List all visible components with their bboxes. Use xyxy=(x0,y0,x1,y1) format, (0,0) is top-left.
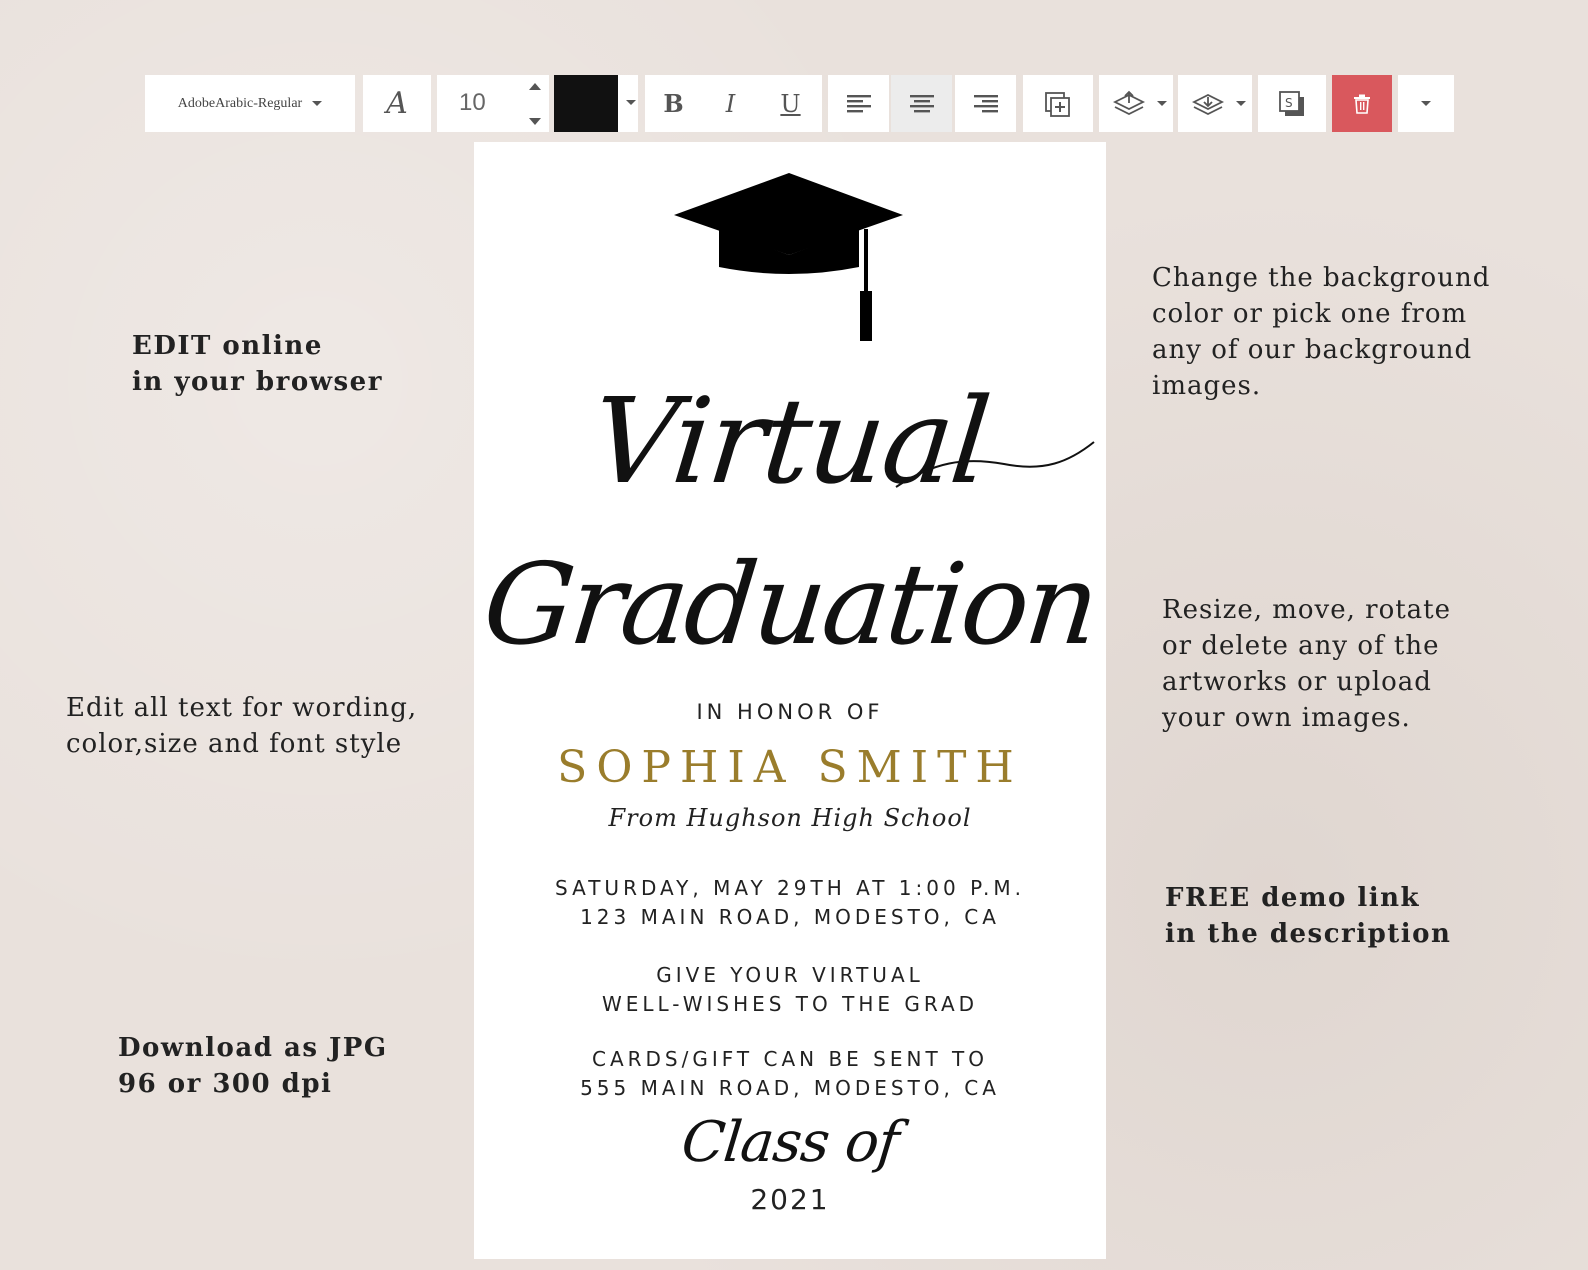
underline-button[interactable]: U xyxy=(759,75,822,132)
graduate-name[interactable]: SOPHIA SMITH xyxy=(474,742,1106,793)
note-demo-link: FREE demo link in the description xyxy=(1165,880,1451,952)
duplicate-icon: S xyxy=(1279,90,1304,116)
title-graduation[interactable]: Graduation xyxy=(467,540,1113,670)
note-line: Change the background xyxy=(1152,263,1491,293)
note-line: color or pick one from xyxy=(1152,299,1468,329)
wishes-line: GIVE YOUR VIRTUAL xyxy=(656,963,924,987)
send-backward-button[interactable] xyxy=(1178,75,1252,132)
font-style-icon: A xyxy=(386,86,408,121)
chevron-down-icon[interactable] xyxy=(1236,101,1246,106)
bring-forward-icon xyxy=(1112,90,1146,115)
more-options-icon xyxy=(1421,101,1431,106)
add-element-icon xyxy=(1045,91,1070,117)
note-edit-online: EDIT online in your browser xyxy=(132,328,383,400)
class-of-label[interactable]: Class of xyxy=(471,1110,1110,1175)
address-line: 123 MAIN ROAD, MODESTO, CA xyxy=(580,905,1000,929)
note-line: EDIT online xyxy=(132,331,323,361)
note-line: your own images. xyxy=(1162,703,1411,733)
font-family-dropdown[interactable]: AdobeArabic-Regular xyxy=(145,75,355,132)
more-options-button[interactable] xyxy=(1398,75,1454,132)
note-line: images. xyxy=(1152,371,1262,401)
font-family-value: AdobeArabic-Regular xyxy=(177,95,303,111)
align-right-icon xyxy=(973,94,998,112)
italic-icon: I xyxy=(725,89,736,118)
align-right-button[interactable] xyxy=(955,75,1016,132)
font-size-value: 10 xyxy=(459,89,486,116)
note-line: FREE demo link xyxy=(1165,883,1421,913)
increase-size-icon[interactable] xyxy=(529,83,541,90)
note-download: Download as JPG 96 or 300 dpi xyxy=(118,1030,388,1102)
underline-icon: U xyxy=(780,89,801,118)
chevron-down-icon[interactable] xyxy=(1157,101,1167,106)
text-color-picker[interactable] xyxy=(554,75,638,132)
bring-forward-button[interactable] xyxy=(1099,75,1173,132)
trash-icon xyxy=(1354,94,1370,114)
event-details[interactable]: SATURDAY, MAY 29TH AT 1:00 P.M. 123 MAIN… xyxy=(474,874,1106,932)
note-background: Change the background color or pick one … xyxy=(1152,260,1490,404)
date-line: SATURDAY, MAY 29TH AT 1:00 P.M. xyxy=(555,876,1025,900)
bold-icon: B xyxy=(663,89,684,118)
school-line[interactable]: From Hughson High School xyxy=(474,804,1106,832)
honor-label[interactable]: IN HONOR OF xyxy=(474,700,1106,724)
add-element-button[interactable] xyxy=(1023,75,1093,132)
delete-button[interactable] xyxy=(1332,75,1392,132)
color-swatch[interactable] xyxy=(554,75,618,132)
gift-line: 555 MAIN ROAD, MODESTO, CA xyxy=(580,1076,1000,1100)
svg-text:S: S xyxy=(1285,96,1293,110)
invitation-card[interactable]: Virtual Graduation IN HONOR OF SOPHIA SM… xyxy=(474,142,1106,1259)
align-left-icon xyxy=(846,94,871,112)
note-line: Edit all text for wording, xyxy=(66,693,418,723)
wishes-line: WELL-WISHES TO THE GRAD xyxy=(601,992,979,1016)
duplicate-button[interactable]: S xyxy=(1258,75,1326,132)
note-line: any of our background xyxy=(1152,335,1473,365)
editor-toolbar: AdobeArabic-Regular A 10 B I U S xyxy=(145,75,1470,132)
chevron-down-icon xyxy=(312,101,323,106)
align-left-button[interactable] xyxy=(828,75,889,132)
note-line: artworks or upload xyxy=(1162,667,1432,697)
note-edit-text: Edit all text for wording, color,size an… xyxy=(66,690,417,762)
chevron-down-icon[interactable] xyxy=(626,100,636,105)
gift-block[interactable]: CARDS/GIFT CAN BE SENT TO 555 MAIN ROAD,… xyxy=(474,1045,1106,1103)
note-line: Resize, move, rotate xyxy=(1162,595,1452,625)
note-resize: Resize, move, rotate or delete any of th… xyxy=(1162,592,1451,736)
graduation-cap-icon[interactable] xyxy=(671,171,911,346)
title-flourish xyxy=(895,441,1095,488)
align-center-icon xyxy=(909,94,934,112)
size-stepper-arrows[interactable] xyxy=(527,83,543,125)
font-style-button[interactable]: A xyxy=(363,75,431,132)
wishes-block[interactable]: GIVE YOUR VIRTUAL WELL-WISHES TO THE GRA… xyxy=(474,961,1106,1019)
note-line: color,size and font style xyxy=(66,729,403,759)
align-center-button[interactable] xyxy=(891,75,952,132)
note-line: in your browser xyxy=(132,367,383,397)
note-line: 96 or 300 dpi xyxy=(118,1069,333,1099)
gift-line: CARDS/GIFT CAN BE SENT TO xyxy=(591,1047,988,1071)
bold-button[interactable]: B xyxy=(645,75,702,132)
note-line: or delete any of the xyxy=(1162,631,1440,661)
italic-button[interactable]: I xyxy=(702,75,759,132)
send-backward-icon xyxy=(1191,93,1225,115)
note-line: in the description xyxy=(1165,919,1452,949)
decrease-size-icon[interactable] xyxy=(529,118,541,125)
class-year[interactable]: 2021 xyxy=(474,1183,1106,1216)
font-size-stepper[interactable]: 10 xyxy=(437,75,549,132)
note-line: Download as JPG xyxy=(118,1033,388,1063)
